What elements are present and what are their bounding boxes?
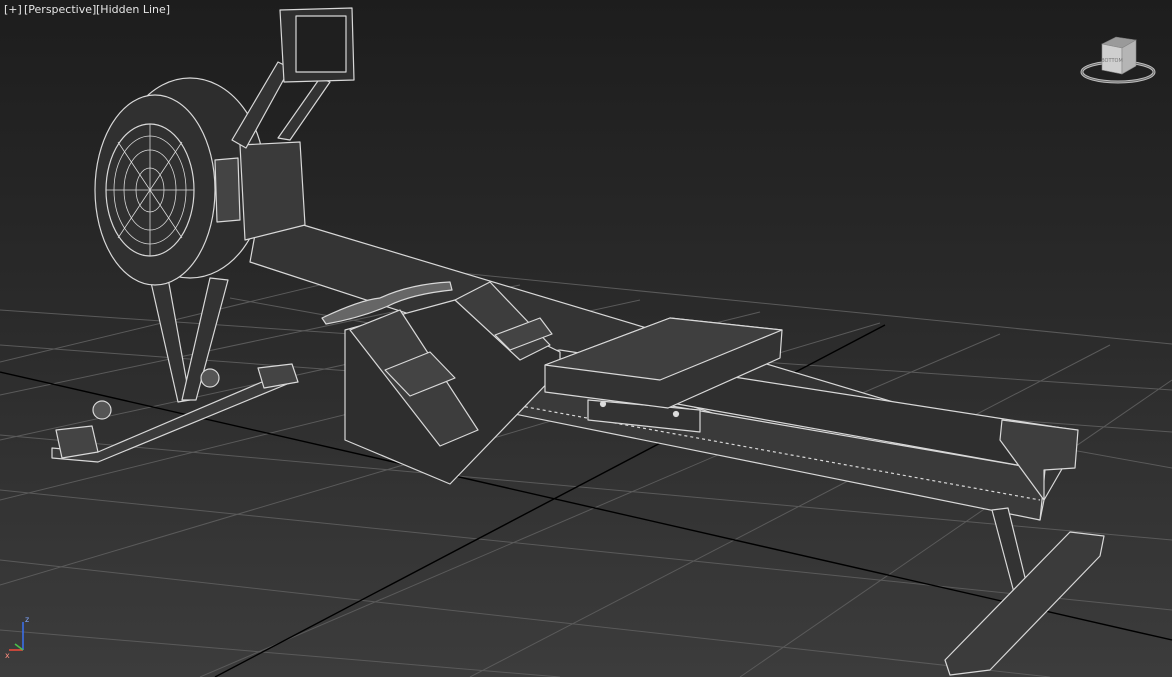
front-cover[interactable] xyxy=(239,141,306,241)
viewport-general-menu[interactable]: [+] xyxy=(4,3,22,17)
perspective-viewport[interactable]: [+] [Perspective] [Hidden Line] BOTTOM z… xyxy=(0,0,1172,677)
monitor-screen xyxy=(295,15,347,73)
scene-canvas[interactable] xyxy=(0,0,1172,677)
rowing-machine-model[interactable] xyxy=(51,7,1105,676)
rear-foot[interactable] xyxy=(944,531,1105,676)
viewcube-face-label: BOTTOM xyxy=(1101,58,1123,64)
viewport-point-of-view-menu[interactable]: [Perspective] xyxy=(24,3,96,17)
axis-z-label: z xyxy=(25,615,29,624)
axis-tripod-icon: z x xyxy=(5,615,29,658)
axis-x-label: x xyxy=(5,651,10,658)
viewcube-icon[interactable]: BOTTOM xyxy=(1080,34,1156,86)
front-wheel-right[interactable] xyxy=(200,368,220,388)
front-wheel-left[interactable] xyxy=(92,400,112,420)
front-legs[interactable] xyxy=(149,277,191,403)
viewport-shading-menu[interactable]: [Hidden Line] xyxy=(96,3,170,17)
